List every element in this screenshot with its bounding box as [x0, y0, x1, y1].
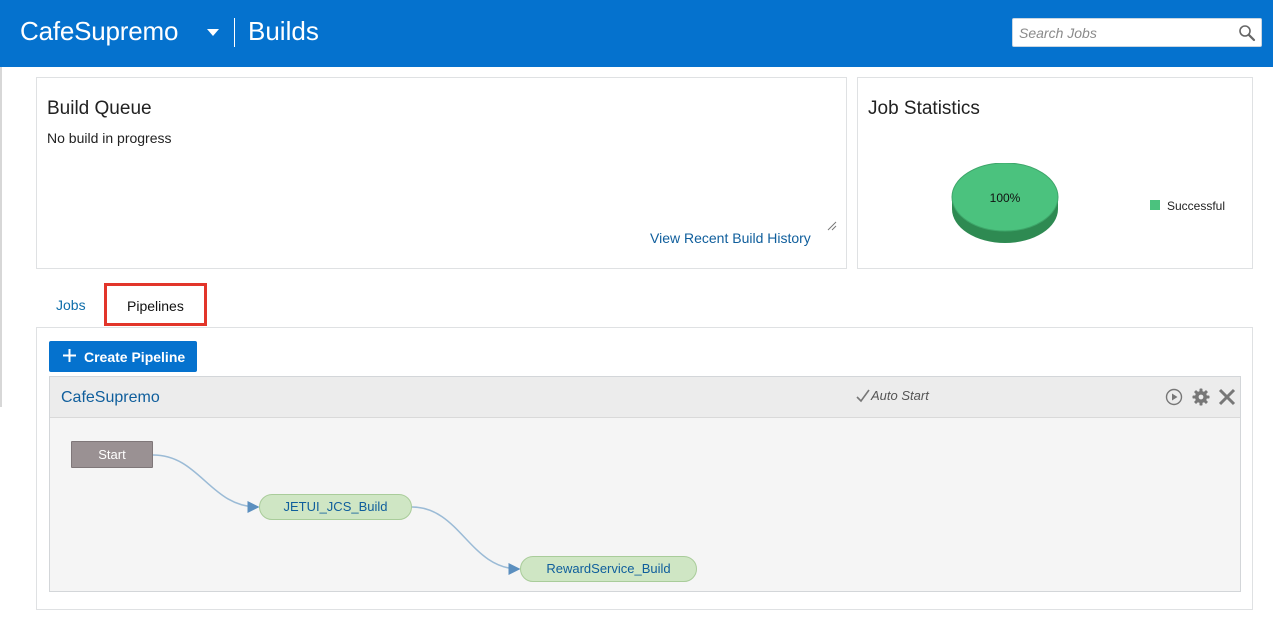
search-icon[interactable] [1237, 23, 1257, 43]
job-statistics-title: Job Statistics [868, 98, 980, 119]
top-header: CafeSupremo Builds [0, 0, 1273, 67]
view-build-history-link[interactable]: View Recent Build History [650, 230, 811, 246]
tab-pipelines[interactable]: Pipelines [104, 283, 207, 326]
checkmark-icon [856, 389, 870, 403]
play-icon[interactable] [1164, 387, 1184, 407]
pipeline-name-link[interactable]: CafeSupremo [61, 389, 160, 407]
build-queue-status: No build in progress [47, 130, 172, 146]
search-input[interactable] [1013, 19, 1233, 46]
close-icon[interactable] [1217, 387, 1237, 407]
header-divider [234, 18, 235, 47]
create-pipeline-button[interactable]: Create Pipeline [49, 341, 197, 372]
tab-pipelines-label: Pipelines [127, 298, 184, 314]
resize-handle-icon[interactable] [827, 221, 837, 231]
pie-data-label: 100% [990, 191, 1021, 205]
gear-icon[interactable] [1191, 387, 1211, 407]
auto-start-label: Auto Start [871, 388, 929, 403]
legend-swatch-successful [1150, 200, 1160, 210]
build-queue-panel: Build Queue No build in progress View Re… [36, 77, 847, 269]
pipelines-panel: Create Pipeline CafeSupremo Auto Start S… [36, 327, 1253, 610]
create-pipeline-label: Create Pipeline [84, 349, 186, 365]
job-statistics-panel: Job Statistics 100% Successful [857, 77, 1253, 269]
search-box[interactable] [1012, 18, 1262, 47]
project-name[interactable]: CafeSupremo [20, 16, 178, 47]
page-title: Builds [248, 16, 319, 46]
pipeline-node-start[interactable]: Start [71, 441, 153, 468]
pipeline-node-rewardservice-build[interactable]: RewardService_Build [520, 556, 697, 582]
pipeline-canvas: Start JETUI_JCS_Build RewardService_Buil… [50, 419, 1240, 591]
pipeline-card: CafeSupremo Auto Start Start JETUI_JCS_B… [49, 376, 1241, 592]
build-queue-title: Build Queue [47, 98, 152, 119]
plus-icon [63, 349, 76, 362]
left-edge-divider [0, 67, 2, 407]
legend-label-successful: Successful [1167, 199, 1226, 213]
pipeline-node-jetui-jcs-build[interactable]: JETUI_JCS_Build [259, 494, 412, 520]
tab-jobs[interactable]: Jobs [56, 297, 86, 313]
project-dropdown-icon[interactable] [207, 29, 219, 36]
pipeline-card-header: CafeSupremo Auto Start [50, 377, 1240, 418]
auto-start-indicator: Auto Start [856, 388, 929, 403]
connector-start-to-jetui [152, 454, 260, 513]
job-statistics-pie-chart: 100% [951, 163, 1059, 243]
connector-jetui-to-reward [411, 506, 521, 575]
